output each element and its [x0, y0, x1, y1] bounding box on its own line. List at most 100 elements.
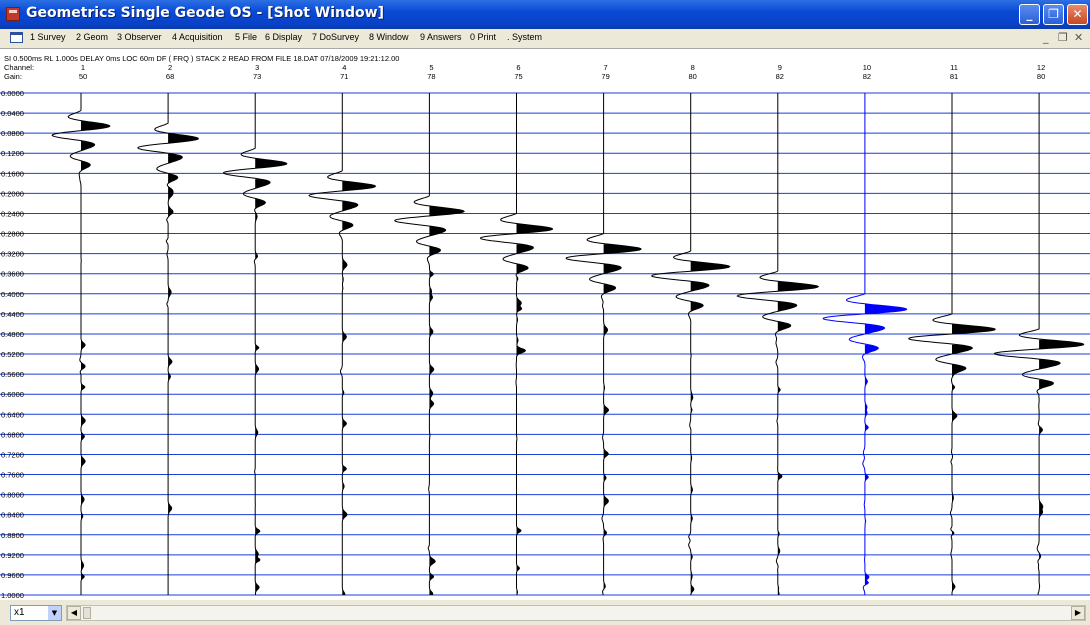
mdi-minimize-button[interactable]: _: [1043, 31, 1049, 44]
seismic-plot: SI 0.500ms RL 1.000s DELAY 0ms LOC 60m D…: [0, 54, 1090, 600]
channel-gain: 68: [166, 72, 174, 81]
menu-answers[interactable]: 9 Answers: [420, 32, 462, 42]
trace-fill: [1039, 339, 1084, 590]
mdi-restore-button[interactable]: ❐: [1058, 31, 1068, 44]
time-axis-label: 0.2000: [1, 189, 24, 198]
channel-number: 12: [1037, 63, 1045, 72]
time-axis-label: 0.1200: [1, 149, 24, 158]
trace-fill: [342, 181, 376, 595]
close-button[interactable]: ✕: [1067, 4, 1088, 25]
menu-dosurvey[interactable]: 7 DoSurvey: [312, 32, 359, 42]
channel-number: 2: [168, 63, 172, 72]
menu-print[interactable]: 0 Print: [470, 32, 496, 42]
time-axis-label: 0.5200: [1, 350, 24, 359]
trace-selected[interactable]: [822, 93, 908, 596]
document-icon[interactable]: [10, 32, 23, 43]
mdi-close-button[interactable]: ✕: [1074, 31, 1083, 44]
trace[interactable]: [223, 93, 288, 596]
time-axis-label: 1.0000: [1, 591, 24, 600]
channel-number: 3: [255, 63, 259, 72]
chevron-down-icon[interactable]: ▼: [48, 606, 61, 620]
time-axis-label: 0.8000: [1, 491, 24, 500]
time-axis-label: 0.0000: [1, 89, 24, 98]
time-axis-label: 0.3600: [1, 270, 24, 279]
time-axis-label: 0.0400: [1, 109, 24, 118]
zoom-select[interactable]: x1 ▼: [10, 605, 62, 621]
menu-survey[interactable]: 1 Survey: [30, 32, 66, 42]
time-axis-label: 0.5600: [1, 370, 24, 379]
trace[interactable]: [137, 93, 199, 595]
time-axis-label: 0.6400: [1, 410, 24, 419]
menu-acquisition[interactable]: 4 Acquisition: [172, 32, 223, 42]
channel-gain: 71: [340, 72, 348, 81]
menu-display[interactable]: 6 Display: [265, 32, 302, 42]
channel-gain: 78: [427, 72, 435, 81]
time-axis-label: 0.1600: [1, 169, 24, 178]
channel-gain: 80: [1037, 72, 1045, 81]
time-axis-label: 0.6800: [1, 430, 24, 439]
channel-gain: 80: [689, 72, 697, 81]
channel-number: 6: [516, 63, 520, 72]
trace-fill: [864, 303, 907, 586]
menu-window[interactable]: 8 Window: [369, 32, 409, 42]
time-axis-label: 0.4400: [1, 310, 24, 319]
time-axis-label: 0.4800: [1, 330, 24, 339]
time-axis-label: 0.4000: [1, 290, 24, 299]
channel-number: 10: [863, 63, 871, 72]
time-axis-label: 0.0800: [1, 129, 24, 138]
time-axis-label: 0.6000: [1, 390, 24, 399]
channel-number: 1: [81, 63, 85, 72]
trace[interactable]: [565, 93, 642, 596]
trace-fill: [168, 93, 199, 595]
minimize-button[interactable]: _: [1019, 4, 1040, 25]
channel-number: 11: [950, 63, 958, 72]
scroll-thumb[interactable]: [83, 607, 91, 619]
channel-gain: 81: [950, 72, 958, 81]
channel-gain: 79: [601, 72, 609, 81]
trace[interactable]: [393, 93, 465, 596]
title-bar: Geometrics Single Geode OS - [Shot Windo…: [0, 0, 1090, 29]
maximize-button[interactable]: ❐: [1043, 4, 1064, 25]
time-axis-label: 0.7600: [1, 471, 24, 480]
menu-geom[interactable]: 2 Geom: [76, 32, 108, 42]
channel-gain: 82: [863, 72, 871, 81]
menu-observer[interactable]: 3 Observer: [117, 32, 162, 42]
trace[interactable]: [908, 93, 996, 595]
scroll-left-icon[interactable]: ◀: [67, 606, 81, 620]
trace-fill: [429, 206, 465, 596]
app-icon[interactable]: [6, 7, 20, 21]
time-axis-label: 0.8400: [1, 511, 24, 520]
gain-label: Gain:: [4, 72, 22, 81]
channel-number: 9: [778, 63, 782, 72]
menu-system[interactable]: . System: [507, 32, 542, 42]
trace-fill: [516, 198, 553, 595]
trace[interactable]: [479, 93, 553, 596]
time-axis-label: 0.8800: [1, 531, 24, 540]
channel-number: 5: [429, 63, 433, 72]
status-bar: x1 ▼ ◀ ▶: [0, 600, 1090, 625]
acquisition-info: SI 0.500ms RL 1.000s DELAY 0ms LOC 60m D…: [4, 54, 399, 63]
time-axis-label: 0.9600: [1, 571, 24, 580]
channel-gain: 82: [776, 72, 784, 81]
scroll-right-icon[interactable]: ▶: [1071, 606, 1085, 620]
trace[interactable]: [736, 93, 820, 595]
time-axis-label: 0.2400: [1, 209, 24, 218]
trace[interactable]: [308, 93, 377, 595]
channel-number: 7: [604, 63, 608, 72]
window-title: Geometrics Single Geode OS - [Shot Windo…: [26, 5, 384, 21]
menu-file[interactable]: 5 File: [235, 32, 257, 42]
channel-number: 4: [342, 63, 346, 72]
time-axis-label: 0.2800: [1, 230, 24, 239]
channel-gain: 73: [253, 72, 261, 81]
time-axis-label: 0.3200: [1, 250, 24, 259]
channel-gain: 75: [514, 72, 522, 81]
trace-fill: [690, 261, 730, 595]
channel-gain: 50: [79, 72, 87, 81]
channel-number: 8: [691, 63, 695, 72]
time-axis-label: 0.9200: [1, 551, 24, 560]
zoom-value: x1: [14, 607, 25, 618]
menu-bar: 1 Survey 2 Geom 3 Observer 4 Acquisition…: [0, 29, 1090, 48]
trace-fill: [81, 121, 110, 595]
horizontal-scrollbar[interactable]: ◀ ▶: [66, 605, 1086, 621]
shot-window: SI 0.500ms RL 1.000s DELAY 0ms LOC 60m D…: [0, 48, 1090, 601]
